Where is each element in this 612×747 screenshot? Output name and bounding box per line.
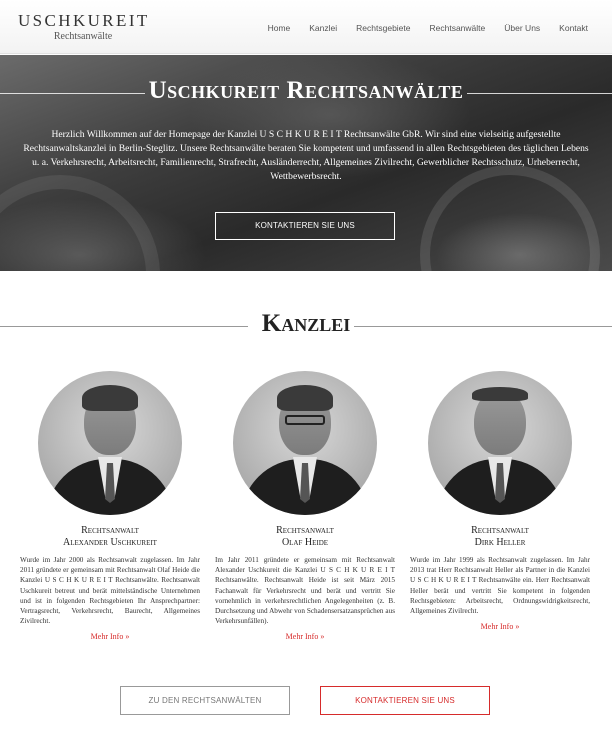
more-info-link[interactable]: Mehr Info »	[20, 632, 200, 641]
hero-title: Uschkureit Rechtsanwälte	[148, 77, 464, 104]
member-role: Rechtsanwalt	[471, 525, 529, 536]
nav-rechtsanwaelte[interactable]: Rechtsanwälte	[430, 23, 486, 33]
site-header: USCHKUREIT Rechtsanwälte Home Kanzlei Re…	[0, 0, 612, 54]
lawyers-button[interactable]: ZU DEN RECHTSANWÄLTEN	[120, 686, 290, 715]
contact-button[interactable]: KONTAKTIEREN SIE UNS	[320, 686, 490, 715]
more-info-link[interactable]: Mehr Info »	[215, 632, 395, 641]
member-name: Olaf Heide	[281, 537, 329, 548]
main-nav: Home Kanzlei Rechtsgebiete Rechtsanwälte…	[249, 23, 588, 33]
member-name: Alexander Uschkureit	[63, 537, 157, 548]
logo-sub-text: Rechtsanwälte	[53, 31, 113, 42]
member-role: Rechtsanwalt	[276, 525, 334, 536]
member-role: Rechtsanwalt	[81, 525, 139, 536]
logo[interactable]: USCHKUREIT Rechtsanwälte	[18, 12, 148, 43]
hero-contact-button[interactable]: KONTAKTIEREN SIE UNS	[215, 212, 395, 240]
nav-ueber-uns[interactable]: Über Uns	[504, 23, 540, 33]
member-bio: Im Jahr 2011 gründete er gemeinsam mit R…	[215, 556, 395, 626]
avatar	[428, 371, 572, 515]
nav-rechtsgebiete[interactable]: Rechtsgebiete	[356, 23, 410, 33]
more-info-link[interactable]: Mehr Info »	[410, 622, 590, 631]
member-card-uschkureit: Rechtsanwalt Alexander Uschkureit Wurde …	[20, 371, 200, 641]
hero-intro-text: Herzlich Willkommen auf der Homepage der…	[23, 129, 589, 182]
nav-kontakt[interactable]: Kontakt	[559, 23, 588, 33]
logo-main-text: USCHKUREIT	[18, 11, 150, 30]
member-bio: Wurde im Jahr 1999 als Rechtsanwalt zuge…	[410, 556, 590, 616]
member-card-heller: Rechtsanwalt Dirk Heller Wurde im Jahr 1…	[410, 371, 590, 631]
member-name: Dirk Heller	[474, 537, 526, 548]
avatar	[233, 371, 377, 515]
nav-kanzlei[interactable]: Kanzlei	[309, 23, 337, 33]
avatar	[38, 371, 182, 515]
member-bio: Wurde im Jahr 2000 als Rechtsanwalt zuge…	[20, 556, 200, 626]
nav-home[interactable]: Home	[268, 23, 291, 33]
member-card-heide: Rechtsanwalt Olaf Heide Im Jahr 2011 grü…	[215, 371, 395, 641]
section-title: Kanzlei	[261, 310, 351, 337]
hero-background-decoration	[0, 175, 160, 271]
hero-banner: Uschkureit Rechtsanwälte Herzlich Willko…	[0, 55, 612, 271]
